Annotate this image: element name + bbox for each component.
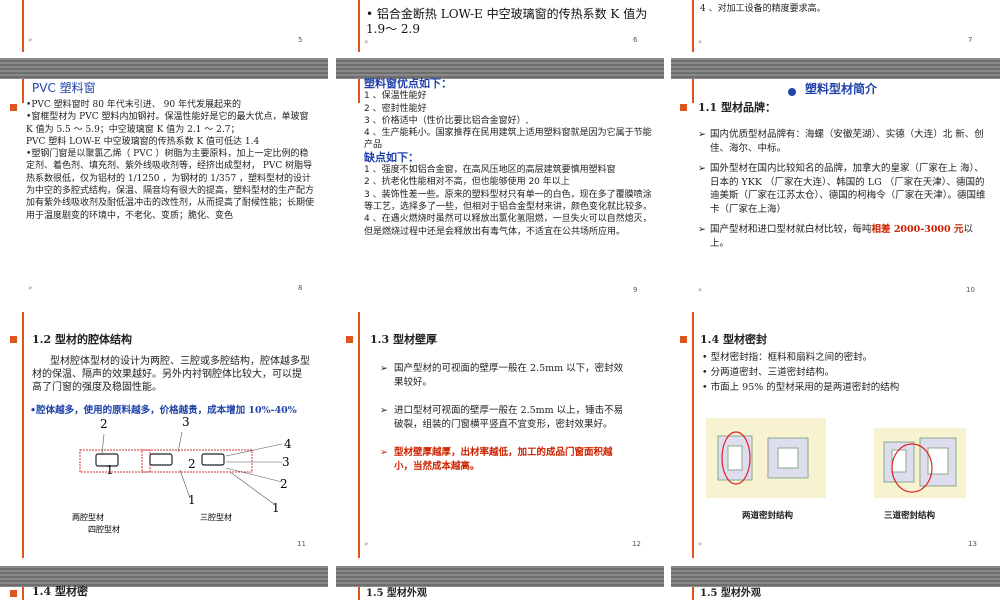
footer-dot: » [364,38,369,46]
slide-title: PVC 塑料窗 [32,81,96,95]
bullet-list: ➢ 国产型材的可视面的壁厚一般在 2.5mm 以下，密封效果较好。 ➢ 进口型材可视… [380,363,624,472]
image-caption: 三道密封结构 [884,511,936,521]
image-caption: 两道密封结构 [742,511,794,521]
slide-13[interactable]: 1.4 型材密封 • 型材密封指：框料和扇料之间的密封。 • 分两道密封、三道密… [670,312,1000,558]
page-number: 12 [632,540,641,548]
section-subtitle: 1.1 型材品牌： [698,101,776,114]
svg-text:3: 3 [182,415,190,429]
accent-line [692,312,694,558]
footer-dot: » [28,36,33,44]
accent-square [10,104,17,111]
slide-title: 1.5 型材外观 [366,588,427,599]
gutter [329,0,336,600]
page-number: 7 [968,36,973,44]
arrow-icon: ➢ [698,224,706,235]
page-number: 9 [633,286,638,294]
advantages-block: 塑料窗优点如下： 1 、保温性能好 2 、密封性能好 3 、价格适中（性价比要比… [364,77,653,237]
slide-10[interactable]: 塑料型材简介 1.1 型材品牌： ➢ 国内优质型材品牌有：海螺（安徽芜湖）、实德（… [670,58,1000,304]
slide-title: 1.5 型材外观 [700,588,761,599]
slide-header-bar [670,58,1000,79]
paragraph: 型材腔体型材的设计为两腔、三腔或多腔结构，腔体越多型材的保温、隔声的效果越好。另… [32,356,310,393]
list-item: 4 、对加工设备的精度要求高。 [700,4,826,14]
page-number: 8 [298,284,303,292]
slide-title: 1.2 型材的腔体结构 [32,333,132,346]
svg-text:1: 1 [272,501,280,515]
footer-dot: » [698,286,703,294]
slide-8[interactable]: PVC 塑料窗 •PVC 塑料窗时 80 年代末引进、 90 年代发展起来的 •… [0,58,328,304]
page-number: 11 [297,540,306,548]
footer-dot: » [28,284,33,292]
slide-title: 1.3 型材壁厚 [370,333,437,346]
arrow-icon: ➢ [698,129,706,140]
paragraph: •PVC 塑料窗时 80 年代末引进、 90 年代发展起来的 •窗框型材为 PV… [26,100,315,221]
footer-dot: » [364,540,369,548]
svg-text:1: 1 [188,493,196,507]
svg-text:3: 3 [282,455,290,469]
arrow-icon: ➢ [380,447,388,458]
svg-text:两腔型材: 两腔型材 [72,512,104,522]
slide-16[interactable]: 1.5 型材外观 [670,566,1000,600]
slide-header-bar [336,58,664,79]
accent-line [692,79,694,103]
accent-line [22,0,24,52]
slide-title: 1.4 型材密封 [700,333,767,346]
gutter [664,0,671,600]
slide-14[interactable]: 1.4 型材密 [0,566,328,600]
arrow-icon: ➢ [698,163,706,174]
slide-7[interactable]: 4 、对加工设备的精度要求高。 » 7 [670,0,1000,52]
accent-square [10,336,17,343]
accent-line [358,79,360,103]
svg-text:2: 2 [280,477,288,491]
svg-text:2: 2 [188,457,196,471]
slide-12[interactable]: 1.3 型材壁厚 ➢ 国产型材的可视面的壁厚一般在 2.5mm 以下，密封效果较好… [336,312,664,558]
accent-line [358,312,360,558]
svg-text:四腔型材: 四腔型材 [88,524,120,534]
bullet-list: • 型材密封指：框料和扇料之间的密封。 • 分两道密封、三道密封结构。 • 市面… [702,352,900,393]
accent-line [22,79,24,103]
accent-line [692,587,694,600]
slide-11[interactable]: 1.2 型材的腔体结构 型材腔体型材的设计为两腔、三腔或多腔结构，腔体越多型材的… [0,312,328,558]
accent-line [22,312,24,558]
slide-header-bar [670,566,1000,587]
svg-text:三腔型材: 三腔型材 [200,512,232,522]
page-number: 10 [966,286,975,294]
accent-line [358,587,360,600]
page-number: 13 [968,540,977,548]
svg-text:4: 4 [284,437,292,451]
footer-dot: » [698,38,703,46]
svg-text:2: 2 [100,417,108,431]
bullet-dot: • [366,7,377,21]
bullet-text: • 铝合金断热 LOW-E 中空玻璃窗的传热系数 K 值为 1.9～ 2.9 [366,7,648,36]
accent-square [346,336,353,343]
page-number: 6 [633,36,638,44]
slide-title: 塑料型材简介 [805,82,878,96]
slide-title: 1.4 型材密 [32,585,88,598]
slide-15[interactable]: 1.5 型材外观 [336,566,664,600]
accent-line [358,0,360,52]
slide-9[interactable]: 塑料窗优点如下： 1 、保温性能好 2 、密封性能好 3 、价格适中（性价比要比… [336,58,664,304]
accent-square [10,590,17,597]
slide-header-bar [0,566,328,587]
accent-line [22,587,24,600]
arrow-icon: ➢ [380,405,388,416]
three-seal-profile-image [874,428,966,498]
slide-header-bar [0,58,328,79]
slide-5[interactable]: » 5 [0,0,328,52]
accent-line [692,0,694,52]
slide-6[interactable]: • 铝合金断热 LOW-E 中空玻璃窗的传热系数 K 值为 1.9～ 2.9 »… [336,0,664,52]
footer-dot: » [698,540,703,548]
title-bullet-icon [788,88,796,96]
accent-square [680,336,687,343]
accent-square [680,104,687,111]
arrow-icon: ➢ [380,363,388,374]
two-seal-profile-image [706,418,826,498]
page-number: 5 [298,36,303,44]
svg-text:1: 1 [106,463,114,477]
bullet-list: ➢ 国内优质型材品牌有：海螺（安徽芜湖）、实德（大连）北 新、创佳、海尔、中标。 … [698,129,986,249]
slide-header-bar [336,566,664,587]
cavity-diagram: 2 3 4 1 2 3 2 1 1 两腔型材 三腔型材 四腔型材 [72,415,292,534]
